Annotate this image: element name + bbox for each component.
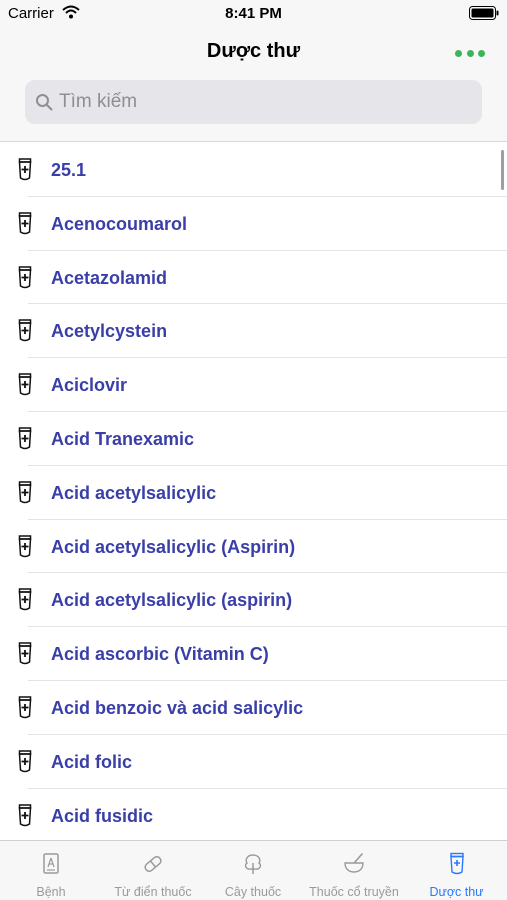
list-item[interactable]: Acid acetylsalicylic (aspirin) [0,573,507,627]
list-item[interactable]: Acid acetylsalicylic [0,466,507,520]
list-item-label: Acid benzoic và acid salicylic [51,697,304,718]
disease-icon [43,853,59,874]
list-item-label: Acenocoumarol [51,213,188,234]
list-item[interactable]: Acenocoumarol [0,197,507,251]
tab-benh[interactable]: Bệnh [0,841,102,900]
tab-tu-dien-thuoc[interactable]: Từ điển thuốc [102,841,204,900]
search-input[interactable] [59,80,469,124]
list-item-label: Acid folic [51,751,133,772]
tab-label: Thuốc cổ truyền [309,885,399,899]
tab-label: Cây thuốc [224,885,282,899]
drug-tube-icon [18,642,32,665]
more-button[interactable] [455,46,485,60]
scrollbar[interactable] [501,150,504,190]
drug-tube-icon [18,158,32,181]
list-item[interactable]: Acetylcystein [0,304,507,358]
tab-thuoc-co-truyen[interactable]: Thuốc cổ truyền [302,841,406,900]
list-item[interactable]: Acid ascorbic (Vitamin C) [0,627,507,681]
tab-label: Dược thư [429,885,484,899]
list-item[interactable]: Acid acetylsalicylic (Aspirin) [0,520,507,574]
drug-list[interactable]: 25.1 Acenocoumarol Acetazolamid Acetylcyste… [0,143,507,840]
drug-tube-icon [18,696,32,719]
list-item[interactable]: 25.1 [0,143,507,197]
list-item-label: Acid acetylsalicylic (Aspirin) [51,536,296,557]
list-item-label: Acid acetylsalicylic [51,482,217,503]
list-item-label: Acetazolamid [51,267,168,288]
page-title: Dược thư [206,40,301,62]
search-bar[interactable] [25,80,482,124]
list-item[interactable]: Acid benzoic và acid salicylic [0,681,507,735]
drug-tube-icon [18,534,32,557]
list-item[interactable]: Acetazolamid [0,251,507,305]
tab-label: Từ điển thuốc [114,885,192,899]
list-item-label: Acid fusidic [51,805,154,826]
battery-icon [469,6,499,20]
drug-tube-icon [449,852,464,875]
tab-label: Bệnh [36,885,66,899]
drug-tube-icon [18,427,32,450]
list-item-label: Acid ascorbic (Vitamin C) [51,644,269,665]
drug-tube-icon [18,319,32,342]
status-time: 8:41 PM [225,5,282,22]
list-item-label: 25.1 [51,160,87,180]
drug-tube-icon [18,481,32,504]
drug-tube-icon [18,750,32,773]
navigation-bar: Dược thư [0,28,507,142]
list-item-label: Acid acetylsalicylic (aspirin) [51,590,293,611]
list-item-label: Acid Tranexamic [51,428,195,449]
tab-bar: Bệnh Từ điển thuốc Cây thuốc Thuốc cổ tr… [0,840,507,900]
tab-duoc-thu[interactable]: Dược thư [406,841,507,900]
drug-tube-icon [18,803,32,826]
list-item-label: Acetylcystein [51,321,168,342]
search-icon [36,94,53,111]
tree-icon [244,854,262,874]
drug-tube-icon [18,212,32,235]
drug-tube-icon [18,373,32,396]
mortar-icon [344,853,364,873]
list-item[interactable]: Aciclovir [0,358,507,412]
list-item-label: Aciclovir [51,375,128,396]
drug-tube-icon [18,588,32,611]
tab-cay-thuoc[interactable]: Cây thuốc [204,841,302,900]
pill-icon [144,856,162,872]
list-item[interactable]: Acid folic [0,735,507,789]
list-item[interactable]: Acid fusidic [0,789,507,840]
more-dots-icon [455,49,462,57]
list-item[interactable]: Acid Tranexamic [0,412,507,466]
drug-tube-icon [18,265,32,288]
status-bar: Carrier 8:41 PM [0,0,507,28]
